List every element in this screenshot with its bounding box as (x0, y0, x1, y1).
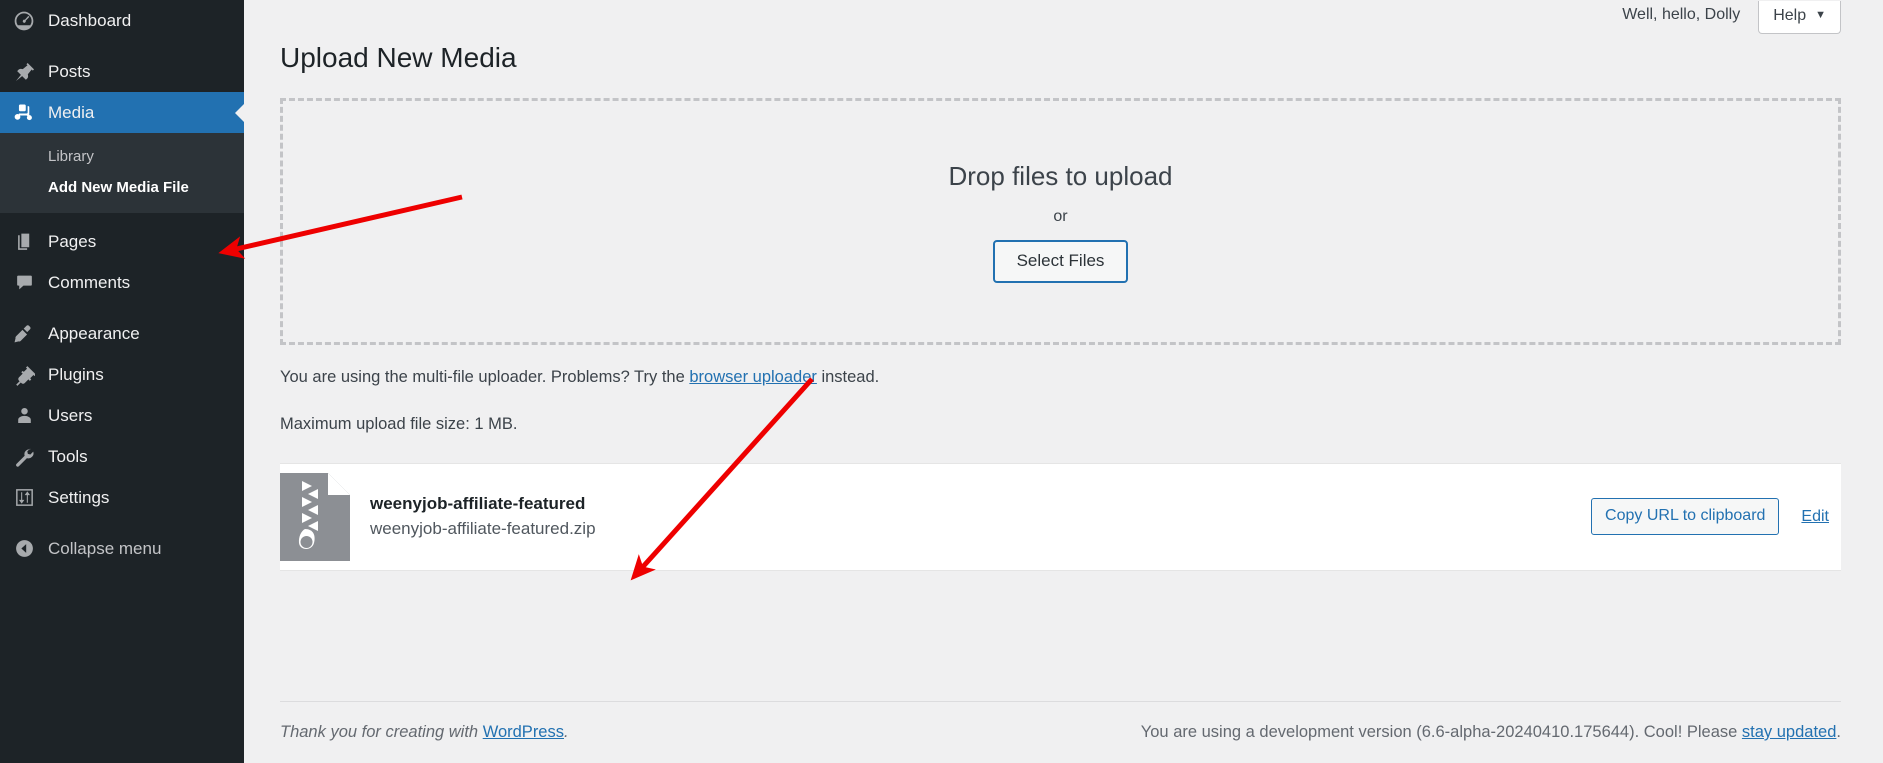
sidebar-item-pages[interactable]: Pages (0, 221, 244, 262)
sidebar-item-label: Collapse menu (48, 539, 162, 558)
zip-file-icon (280, 472, 350, 561)
sidebar-subitem-add-new-media-file[interactable]: Add New Media File (0, 172, 244, 203)
uploaded-file-name: weenyjob-affiliate-featured.zip (370, 519, 596, 539)
sidebar-item-comments[interactable]: Comments (0, 262, 244, 303)
file-dropzone[interactable]: Drop files to upload or Select Files (280, 98, 1841, 346)
uploaded-file-names: weenyjob-affiliate-featured weenyjob-aff… (370, 491, 1591, 543)
uploaded-file-title: weenyjob-affiliate-featured (370, 493, 586, 513)
sidebar-subitem-label: Add New Media File (48, 179, 189, 196)
wordpress-admin-screen: Dashboard Posts Media Library Add New Me… (0, 0, 1883, 763)
footer-thankyou-text: Thank you for creating with WordPress. (280, 723, 569, 742)
user-icon (0, 405, 48, 426)
sidebar-separator (0, 41, 244, 51)
dropzone-or-text: or (1053, 208, 1068, 226)
sidebar-item-label: Comments (48, 273, 131, 292)
max-upload-size-notice: Maximum upload file size: 1 MB. (280, 415, 518, 434)
dropzone-title: Drop files to upload (948, 161, 1173, 192)
stay-updated-link[interactable]: stay updated (1742, 723, 1837, 741)
pages-icon (0, 231, 48, 252)
sidebar-subitem-library[interactable]: Library (0, 141, 244, 172)
collapse-arrow-icon (0, 538, 48, 559)
sidebar-item-tools[interactable]: Tools (0, 436, 244, 477)
sidebar-subitem-label: Library (48, 148, 94, 165)
sidebar-item-label: Pages (48, 232, 97, 251)
admin-topbar: Well, hello, Dolly Help ▼ (280, 0, 1841, 35)
media-submenu: Library Add New Media File (0, 133, 244, 213)
sidebar-item-label: Settings (48, 488, 110, 507)
uploaded-file-actions: Copy URL to clipboard Edit (1591, 498, 1829, 535)
pin-icon (0, 61, 48, 83)
main-content: Well, hello, Dolly Help ▼ Upload New Med… (244, 0, 1883, 763)
wrench-icon (0, 446, 48, 468)
uploaded-file-list: weenyjob-affiliate-featured weenyjob-aff… (280, 462, 1841, 571)
sidebar-item-label: Dashboard (48, 11, 132, 30)
sidebar-item-appearance[interactable]: Appearance (0, 313, 244, 354)
settings-sliders-icon (0, 487, 48, 508)
sidebar-item-collapse-menu[interactable]: Collapse menu (0, 528, 244, 569)
edit-file-link[interactable]: Edit (1801, 508, 1829, 526)
uploader-notice-suffix: instead. (816, 368, 880, 387)
comments-icon (0, 272, 48, 293)
sidebar-separator (0, 303, 244, 313)
sidebar-item-label: Tools (48, 447, 88, 466)
admin-sidebar: Dashboard Posts Media Library Add New Me… (0, 0, 244, 763)
sidebar-item-settings[interactable]: Settings (0, 477, 244, 518)
paintbrush-icon (0, 323, 48, 345)
sidebar-separator (0, 518, 244, 528)
help-button-label: Help (1773, 7, 1807, 24)
plugin-icon (0, 364, 48, 386)
footer-right-prefix: You are using a development version (6.6… (1140, 723, 1742, 741)
sidebar-item-posts[interactable]: Posts (0, 51, 244, 92)
footer-left-suffix: . (564, 723, 569, 741)
greeting-text: Well, hello, Dolly (1622, 6, 1741, 23)
footer-left-prefix: Thank you for creating with (280, 723, 483, 741)
sidebar-item-users[interactable]: Users (0, 395, 244, 436)
sidebar-item-label: Users (48, 406, 93, 425)
media-icon (0, 102, 48, 124)
sidebar-item-dashboard[interactable]: Dashboard (0, 0, 244, 41)
uploader-notice-prefix: You are using the multi-file uploader. P… (280, 368, 690, 387)
footer-right-suffix: . (1836, 723, 1841, 741)
page-title: Upload New Media (280, 42, 517, 73)
chevron-down-icon: ▼ (1815, 9, 1826, 21)
sidebar-item-plugins[interactable]: Plugins (0, 354, 244, 395)
help-button[interactable]: Help ▼ (1758, 1, 1841, 35)
footer-version-text: You are using a development version (6.6… (1141, 723, 1841, 742)
admin-footer: Thank you for creating with WordPress. Y… (280, 701, 1841, 763)
select-files-button[interactable]: Select Files (992, 240, 1129, 283)
copy-url-to-clipboard-button[interactable]: Copy URL to clipboard (1591, 498, 1780, 535)
browser-uploader-link[interactable]: browser uploader (689, 368, 817, 386)
wordpress-link[interactable]: WordPress (483, 723, 564, 741)
sidebar-item-label: Appearance (48, 324, 140, 343)
uploaded-file-row: weenyjob-affiliate-featured weenyjob-aff… (280, 464, 1841, 570)
sidebar-item-label: Plugins (48, 365, 104, 384)
uploader-notice: You are using the multi-file uploader. P… (280, 366, 1841, 389)
sidebar-item-label: Media (48, 103, 95, 122)
sidebar-item-media[interactable]: Media (0, 92, 244, 133)
sidebar-item-label: Posts (48, 62, 91, 81)
dashboard-icon (0, 10, 48, 32)
